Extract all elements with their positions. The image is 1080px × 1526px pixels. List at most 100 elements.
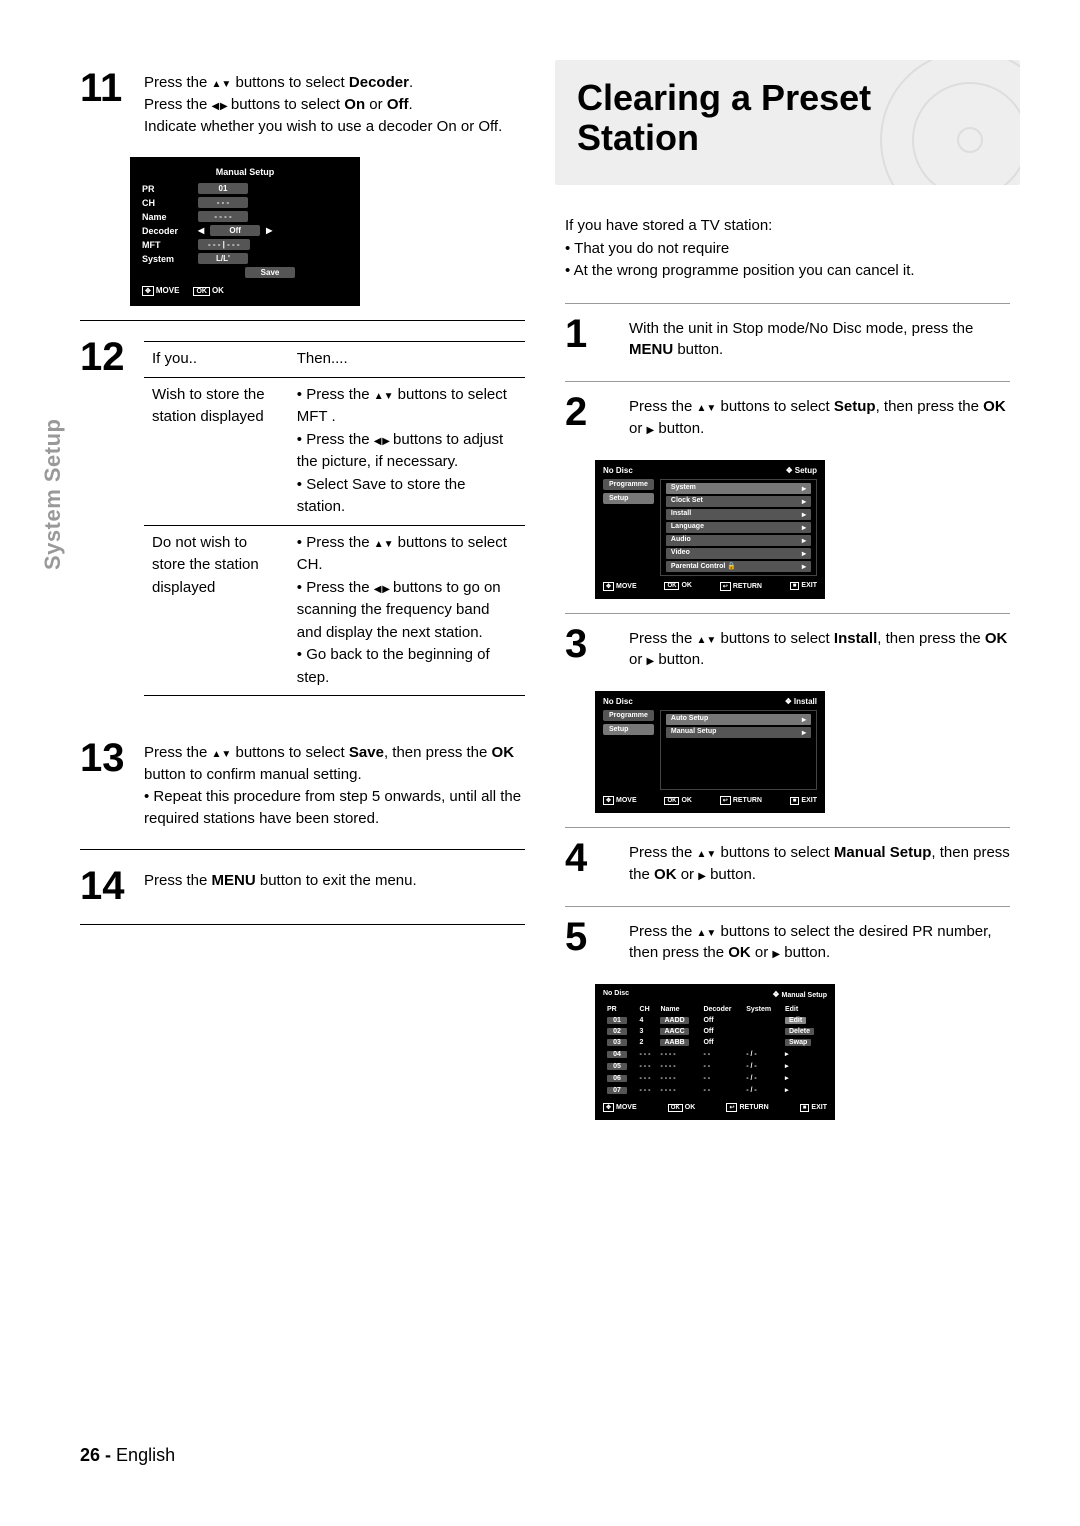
right-arrow-icon xyxy=(802,715,806,724)
osd-label: PR xyxy=(142,184,192,194)
step-number: 14 xyxy=(80,868,134,904)
right-arrow-icon xyxy=(802,510,806,519)
text: buttons to select xyxy=(227,96,345,113)
osd-value: L/L' xyxy=(198,253,248,264)
step-body: Press the buttons to select the desired … xyxy=(629,919,1010,965)
osd-station-table: PRCHNameDecoderSystemEdit 014AADDOffEdit… xyxy=(603,1003,827,1097)
table-cell: • Press the buttons to select CH. • Pres… xyxy=(289,525,525,696)
left-arrow-icon: ◀ xyxy=(198,226,204,235)
step-body: Press the MENU button to exit the menu. xyxy=(144,868,417,904)
text: Press the xyxy=(144,74,212,91)
up-down-icon xyxy=(697,844,717,861)
osd-header-left: No Disc xyxy=(603,697,633,706)
left-right-icon xyxy=(212,96,227,113)
step-number: 4 xyxy=(565,840,619,886)
osd-label: MFT xyxy=(142,240,192,250)
step-number: 2 xyxy=(565,394,619,440)
osd-save: Save xyxy=(245,267,295,278)
step-body: Press the buttons to select Save, then p… xyxy=(144,740,525,829)
step-11: 11 Press the buttons to select Decoder. … xyxy=(80,70,525,137)
step-14: 14 Press the MENU button to exit the men… xyxy=(80,868,525,904)
osd-title: Manual Setup xyxy=(142,167,348,177)
divider xyxy=(565,906,1010,907)
step-number: 12 xyxy=(80,339,134,696)
osd-manual-setup: Manual Setup PR01 CH- - - Name- - - - De… xyxy=(130,157,360,306)
step-body: Press the buttons to select Decoder. Pre… xyxy=(144,70,502,137)
osd-value: 01 xyxy=(198,183,248,194)
step-number: 1 xyxy=(565,316,619,362)
table-cell: Do not wish to store the station display… xyxy=(144,525,289,696)
step-number: 13 xyxy=(80,740,134,829)
right-arrow-icon xyxy=(802,484,806,493)
lock-icon xyxy=(727,563,736,570)
if-then-table: If you.. Then.... Wish to store the stat… xyxy=(144,341,525,696)
up-down-icon xyxy=(697,398,717,415)
step-1: 1 With the unit in Stop mode/No Disc mod… xyxy=(565,316,1010,362)
bold-text: Decoder xyxy=(349,74,409,91)
page-number: 26 - xyxy=(80,1445,111,1465)
right-arrow-icon xyxy=(698,866,706,883)
osd-label: Decoder xyxy=(142,226,192,236)
side-label: System Setup xyxy=(40,419,66,571)
step-2: 2 Press the buttons to select Setup, the… xyxy=(565,394,1010,440)
osd-header-right: Manual Setup xyxy=(772,990,827,999)
up-down-icon xyxy=(212,74,232,91)
bold-text: Off xyxy=(387,96,409,113)
osd-tab: Programme xyxy=(603,479,654,490)
table-header: If you.. xyxy=(144,342,289,378)
step-body: With the unit in Stop mode/No Disc mode,… xyxy=(629,316,1010,362)
osd-footer-ok: OKOK xyxy=(193,286,224,296)
osd-value: - - - - xyxy=(198,211,248,222)
osd-tab-active: Setup xyxy=(603,493,654,504)
osd-value: - - - | - - - xyxy=(198,239,250,250)
osd-label: Name xyxy=(142,212,192,222)
divider xyxy=(80,320,525,321)
up-down-icon xyxy=(212,744,232,761)
table-cell: Wish to store the station displayed xyxy=(144,377,289,525)
table-header: Then.... xyxy=(289,342,525,378)
osd-header-left: No Disc xyxy=(603,466,633,475)
up-down-icon xyxy=(374,386,394,403)
right-arrow-icon xyxy=(802,536,806,545)
left-right-icon xyxy=(374,431,389,448)
osd-setup-menu: No DiscSetup Programme Setup System Cloc… xyxy=(595,460,825,599)
osd-manual-setup-table: No Disc Manual Setup PRCHNameDecoderSyste… xyxy=(595,984,835,1120)
step-number: 3 xyxy=(565,626,619,672)
right-arrow-icon xyxy=(802,523,806,532)
table-cell: • Press the buttons to select MFT . • Pr… xyxy=(289,377,525,525)
text: buttons to select xyxy=(231,74,349,91)
right-arrow-icon xyxy=(802,497,806,506)
step-body: Press the buttons to select Setup, then … xyxy=(629,394,1010,440)
up-down-icon xyxy=(697,630,717,647)
page-language: English xyxy=(116,1445,175,1465)
osd-label: System xyxy=(142,254,192,264)
up-down-icon xyxy=(374,534,394,551)
step-body: If you.. Then.... Wish to store the stat… xyxy=(144,339,525,696)
divider xyxy=(80,849,525,850)
osd-header-right: Install xyxy=(785,697,817,706)
page-footer: 26 - English xyxy=(80,1445,175,1466)
left-right-icon xyxy=(374,579,389,596)
step-number: 5 xyxy=(565,919,619,965)
step-4: 4 Press the buttons to select Manual Set… xyxy=(565,840,1010,886)
osd-footer-move: ✥MOVE xyxy=(142,286,179,296)
step-5: 5 Press the buttons to select the desire… xyxy=(565,919,1010,965)
right-arrow-icon xyxy=(802,562,806,571)
osd-value: - - - xyxy=(198,197,248,208)
osd-header-right: Setup xyxy=(786,466,817,475)
text: Press the xyxy=(144,96,212,113)
step-3: 3 Press the buttons to select Install, t… xyxy=(565,626,1010,672)
left-column: 11 Press the buttons to select Decoder. … xyxy=(80,70,525,1120)
divider xyxy=(565,303,1010,304)
osd-install-menu: No DiscInstall Programme Setup Auto Setu… xyxy=(595,691,825,813)
osd-header-left: No Disc xyxy=(603,990,629,999)
osd-tab: Programme xyxy=(603,710,654,721)
right-arrow-icon xyxy=(772,944,780,961)
divider xyxy=(80,924,525,925)
step-12: 12 If you.. Then.... Wish to store the s… xyxy=(80,339,525,696)
up-down-icon xyxy=(697,923,717,940)
text: . xyxy=(408,96,412,113)
right-column: Clearing a Preset Station If you have st… xyxy=(565,70,1010,1120)
text: . xyxy=(409,74,413,91)
divider xyxy=(565,381,1010,382)
